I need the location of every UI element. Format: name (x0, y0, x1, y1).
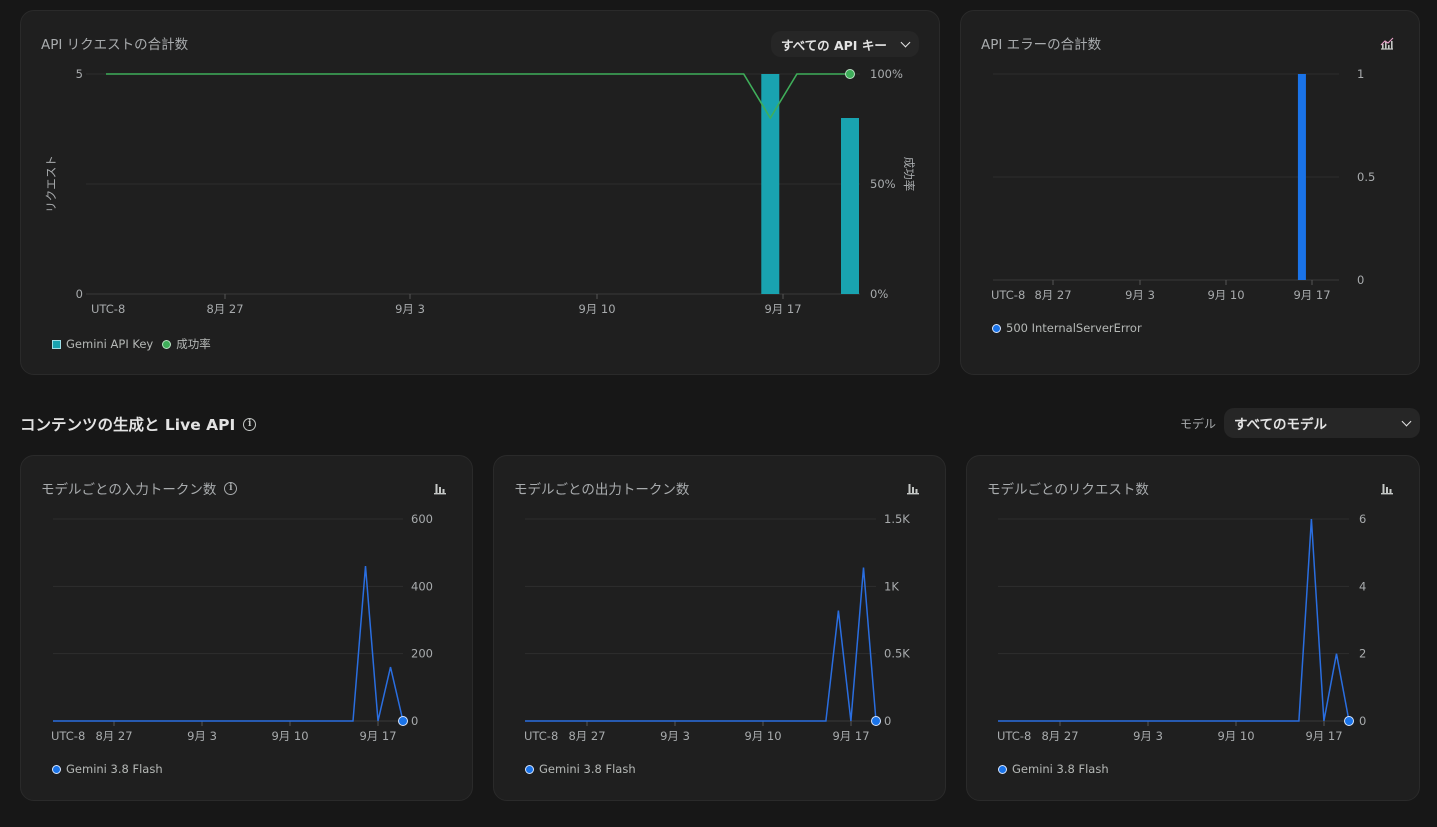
y2-tick-label: 100% (870, 67, 903, 81)
y-tick-label: 0 (411, 714, 418, 728)
point-gemini-end (1344, 716, 1354, 726)
y2-tick-label: 50% (870, 177, 896, 191)
x-tick-label: 9月 10 (1217, 729, 1254, 743)
y-axis-title: リクエスト (44, 155, 58, 213)
legend-label-gemini: Gemini 3.8 Flash (66, 762, 163, 776)
requests-card: API リクエストの合計数 すべての API キー 0 5 0% 50% 100% リクエ… (20, 10, 940, 375)
x-tick-label: 9月 3 (1133, 729, 1163, 743)
line-gemini (525, 567, 877, 722)
point-success-rate-end (845, 69, 855, 79)
y-tick-label: 6 (1359, 512, 1366, 526)
x-tick-label: 8月 27 (95, 729, 132, 743)
y-tick-label: 0 (1359, 714, 1366, 728)
point-gemini-end (871, 716, 881, 726)
y-tick-label: 0 (884, 714, 891, 728)
x-tick-label: 9月 17 (1305, 729, 1342, 743)
y2-tick-label: 0% (870, 287, 888, 301)
line-gemini (998, 518, 1350, 722)
x-tick-label: 9月 17 (1293, 288, 1330, 302)
x-tick-label-tz: UTC-8 (51, 729, 85, 743)
legend-label-api-key: Gemini API Key (66, 337, 154, 351)
model-requests-card: モデルごとのリクエスト数 0 2 4 6 UTC-8 8月 27 9月 3 9月 10 9月 1… (966, 455, 1420, 801)
legend-label-success-rate: 成功率 (176, 337, 211, 351)
legend-swatch-gemini (52, 764, 61, 774)
x-tick-label: 8月 27 (1034, 288, 1071, 302)
model-select-value: すべてのモデル (1234, 417, 1328, 433)
requests-legend: Gemini API Key 成功率 (52, 336, 211, 352)
legend-swatch-api-key (52, 339, 61, 349)
x-tick-label: 8月 27 (568, 729, 605, 743)
x-tick-label: 9月 17 (832, 729, 869, 743)
x-tick-label: 9月 3 (187, 729, 217, 743)
chevron-down-icon (1401, 416, 1412, 427)
errors-legend: 500 InternalServerError (992, 321, 1142, 335)
legend-label-gemini: Gemini 3.8 Flash (539, 762, 636, 776)
output-tokens-card: モデルごとの出力トークン数 0 0.5K 1K 1.5K UTC-8 8月 27 9月 39… (493, 455, 946, 801)
legend-label-gemini: Gemini 3.8 Flash (1012, 762, 1109, 776)
legend-swatch-gemini (998, 764, 1007, 774)
output-tokens-legend: Gemini 3.8 Flash (525, 762, 636, 776)
output-tokens-chart: 0 0.5K 1K 1.5K UTC-8 8月 27 9月 3 9月 10 9月 17 (524, 512, 910, 743)
y-tick-label: 1 (1357, 67, 1364, 81)
x-tick-label: 9月 10 (578, 302, 615, 316)
x-tick-label: 9月 3 (1125, 288, 1155, 302)
y-tick-label: 200 (411, 647, 433, 661)
y-tick-label: 0 (1357, 273, 1364, 287)
point-gemini-end (398, 716, 408, 726)
x-tick-label-tz: UTC-8 (991, 288, 1025, 302)
y-tick-label: 0.5 (1357, 170, 1375, 184)
section-title: コンテンツの生成と Live API i (20, 413, 257, 435)
requests-chart: 050%50%100%リクエスト 成功率UTC-8 8月 27 9月 3 9月 10 9月… (44, 67, 916, 316)
errors-card: API エラーの合計数 0 0.5 1 UTC-8 8月 27 9月 3 9月 10 9月 1… (960, 10, 1420, 375)
legend-label-500-error: 500 InternalServerError (1006, 321, 1142, 335)
model-select[interactable]: すべてのモデル (1224, 408, 1420, 438)
x-tick-label: 9月 17 (359, 729, 396, 743)
bar-500-error (1297, 74, 1306, 280)
x-tick-label: 9月 3 (395, 302, 425, 316)
model-filter-label: モデル (1180, 417, 1217, 431)
y2-axis-title: 成功率 (902, 157, 916, 192)
x-tick-label: 8月 27 (206, 302, 243, 316)
y-tick-label: 0 (76, 287, 83, 301)
x-tick-label-tz: UTC-8 (91, 302, 125, 316)
x-tick-label: 9月 10 (1207, 288, 1244, 302)
input-tokens-legend: Gemini 3.8 Flash (52, 762, 163, 776)
x-tick-label-tz: UTC-8 (997, 729, 1031, 743)
x-tick-label: 9月 3 (660, 729, 690, 743)
x-tick-label: 9月 10 (744, 729, 781, 743)
line-gemini (53, 566, 404, 722)
input-tokens-card: モデルごとの入力トークン数 i 0 200 400 600 UTC-8 8月 27 9月 3… (20, 455, 473, 801)
y-tick-label: 5 (76, 67, 83, 81)
model-requests-chart: 0 2 4 6 UTC-8 8月 27 9月 3 9月 10 9月 17 (997, 512, 1366, 743)
legend-swatch-gemini (525, 764, 534, 774)
x-tick-label: 9月 17 (764, 302, 801, 316)
x-tick-label-tz: UTC-8 (524, 729, 558, 743)
bar-api-key (841, 118, 859, 294)
input-tokens-chart: 0 200 400 600 UTC-8 8月 27 9月 3 9月 10 9月 17 (51, 512, 433, 743)
y-tick-label: 0.5K (884, 647, 910, 661)
info-icon[interactable]: i (243, 417, 257, 431)
y-tick-label: 400 (411, 579, 433, 593)
legend-swatch-500-error (992, 323, 1001, 333)
x-tick-label: 9月 10 (271, 729, 308, 743)
legend-swatch-success-rate (162, 339, 172, 349)
model-requests-legend: Gemini 3.8 Flash (998, 762, 1109, 776)
y-tick-label: 600 (411, 512, 433, 526)
y-tick-label: 1.5K (884, 512, 910, 526)
line-success-rate (106, 73, 850, 120)
y-tick-label: 1K (884, 579, 899, 593)
y-tick-label: 4 (1359, 579, 1366, 593)
section-title-text: コンテンツの生成と Live API (20, 416, 236, 434)
y-tick-label: 2 (1359, 647, 1366, 661)
x-tick-label: 8月 27 (1041, 729, 1078, 743)
